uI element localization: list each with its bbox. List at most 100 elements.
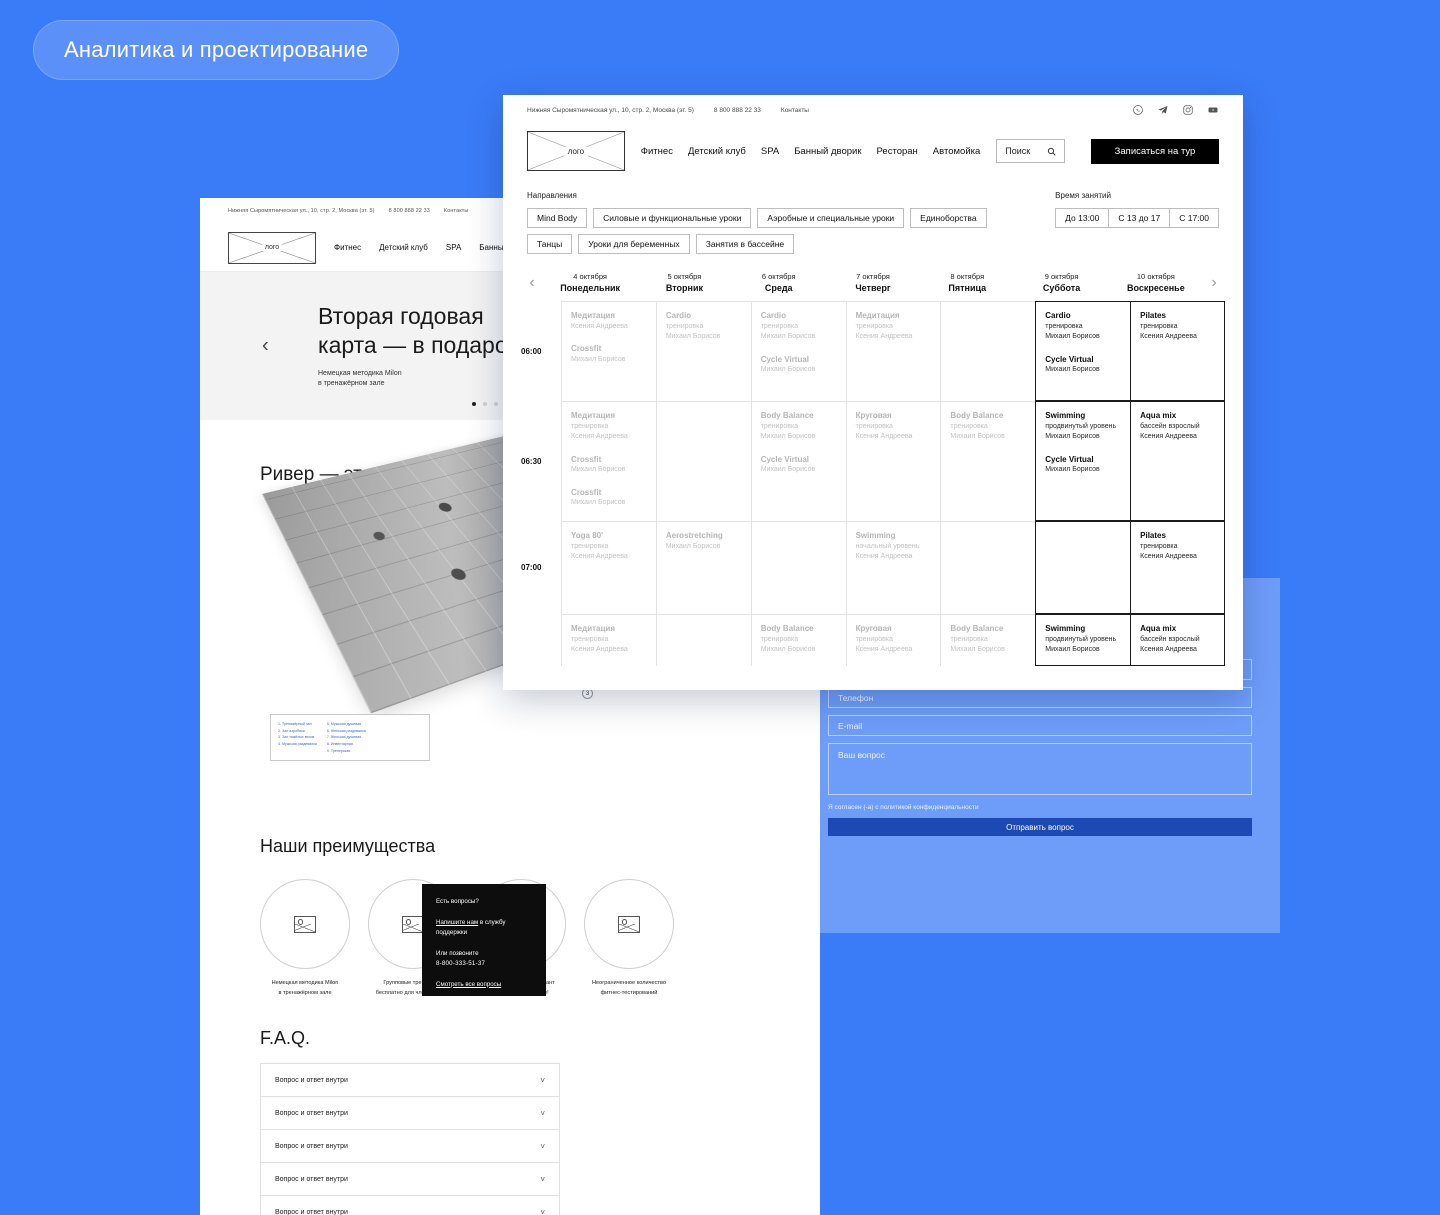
hero-prev-arrow-icon[interactable]: ‹ [262,335,269,358]
schedule-cell[interactable]: Cardio тренировка Михаил Борисов [655,301,751,401]
faq-item[interactable]: Вопрос и ответ внутри ˅ [261,1196,559,1215]
schedule-cell[interactable]: Aqua mix бассейн взрослый Ксения Андреева [1130,401,1225,521]
site-nav-kids[interactable]: Детский клуб [379,243,428,252]
chevron-right-icon[interactable]: › [1203,274,1225,292]
schedule-cell[interactable]: Круговая тренировка Ксения Андреева [845,614,941,666]
schedule-event[interactable]: Pilates тренировка Ксения Андреева [1140,310,1215,343]
schedule-cell[interactable] [1035,521,1131,614]
hero-dot-2[interactable] [483,402,487,406]
chip-mind-body[interactable]: Mind Body [527,208,588,228]
schedule-cell[interactable]: Yoga 80' тренировка Ксения Андреева [561,521,656,614]
schedule-event[interactable]: Cycle Virtual Михаил Борисов [1045,454,1121,476]
schedule-event[interactable]: Swimming продвинутый уровень Михаил Борисо… [1045,410,1121,443]
schedule-cell[interactable]: Медитация тренировка Ксения Андреева [845,301,941,401]
schedule-event[interactable]: Crossfit Михаил Борисов [571,487,647,509]
schedule-event[interactable]: Медитация Ксения Андреева [571,310,647,332]
schedule-event[interactable]: Cycle Virtual Михаил Борисов [761,354,837,376]
chip-before-13[interactable]: До 13:00 [1055,208,1109,228]
email-input[interactable]: E-mail [828,715,1252,736]
schedule-cell[interactable]: Aerostretching Михаил Борисов [655,521,751,614]
schedule-cell[interactable]: Body Balance тренировка Михаил Борисов [940,401,1036,521]
date-wednesday[interactable]: 6 октября Среда [732,272,826,293]
schedule-event[interactable]: Cardio тренировка Михаил Борисов [761,310,837,343]
date-tuesday[interactable]: 5 октября Вторник [637,272,731,293]
schedule-cell[interactable]: Body Balance тренировка Михаил Борисов Cycl… [750,401,846,521]
schedule-event[interactable]: Медитация тренировка Ксения Андреева [571,410,647,443]
support-all-questions-link[interactable]: Смотреть все вопросы [436,980,532,991]
nav-fitnes[interactable]: Фитнес [641,146,673,157]
schedule-event[interactable]: Yoga 80' тренировка Ксения Андреева [571,530,647,563]
schedule-cell[interactable]: Swimming продвинутый уровень Михаил Борисо… [1035,401,1131,521]
hero-dot-1[interactable] [472,402,476,406]
book-tour-button[interactable]: Записаться на тур [1091,138,1219,164]
schedule-cell[interactable]: Медитация Ксения Андреева Crossfit Михаил Б… [561,301,656,401]
faq-item[interactable]: Вопрос и ответ внутри ˅ [261,1097,559,1130]
question-textarea[interactable]: Ваш вопрос [828,743,1252,795]
schedule-event[interactable]: Cardio тренировка Михаил Борисов [1045,310,1121,343]
schedule-cell[interactable]: Pilates тренировка Ксения Андреева [1130,521,1225,614]
schedule-event[interactable]: Body Balance тренировка Михаил Борисов [761,623,837,656]
schedule-event[interactable]: Swimming продвинутый уровень Михаил Борисо… [1045,623,1121,656]
schedule-cell[interactable] [655,401,751,521]
nav-kids-club[interactable]: Детский клуб [688,146,746,157]
schedule-cell[interactable]: Медитация тренировка Ксения Андреева Crossf… [561,401,656,521]
privacy-agree-label[interactable]: Я согласен (-а) с политикой конфиденциал… [828,804,1252,811]
support-write-link[interactable]: Напишите нам [436,919,478,926]
schedule-event[interactable]: Aqua mix бассейн взрослый Ксения Андреева [1140,623,1215,656]
chip-pool[interactable]: Занятия в бассейне [695,234,795,254]
faq-item[interactable]: Вопрос и ответ внутри ˅ [261,1130,559,1163]
schedule-cell[interactable]: Swimming продвинутый уровень Михаил Борисо… [1035,614,1131,666]
chip-martial-arts[interactable]: Единоборства [910,208,987,228]
chip-aerobic[interactable]: Аэробные и специальные уроки [757,208,905,228]
schedule-cell[interactable]: Cardio тренировка Михаил Борисов Cycle Virt… [1035,301,1131,401]
schedule-event[interactable]: Медитация тренировка Ксения Андреева [856,310,932,343]
schedule-cell[interactable]: Медитация тренировка Ксения Андреева [561,614,656,666]
schedule-event[interactable]: Cardio тренировка Михаил Борисов [666,310,742,343]
chip-after-17[interactable]: С 17:00 [1169,208,1219,228]
schedule-cell[interactable]: Pilates тренировка Ксения Андреева [1130,301,1225,401]
chip-pregnancy[interactable]: Уроки для беременных [578,234,690,254]
schedule-event[interactable]: Body Balance тренировка Михаил Борисов [761,410,837,443]
chip-dance[interactable]: Танцы [527,234,573,254]
schedule-event[interactable]: Круговая тренировка Ксения Андреева [856,623,932,656]
schedule-cell[interactable] [940,301,1036,401]
site-nav-spa[interactable]: SPA [446,243,461,252]
schedule-event[interactable]: Crossfit Михаил Борисов [571,343,647,365]
schedule-cell[interactable]: Cardio тренировка Михаил Борисов Cycle Virt… [750,301,846,401]
schedule-cell[interactable] [655,614,751,666]
schedule-cell[interactable] [750,521,846,614]
schedule-cell[interactable]: Body Balance тренировка Михаил Борисов [750,614,846,666]
schedule-event[interactable]: Медитация тренировка Ксения Андреева [571,623,647,656]
submit-question-button[interactable]: Отправить вопрос [828,818,1252,836]
schedule-cell[interactable]: Body Balance тренировка Михаил Борисов [940,614,1036,666]
support-phone[interactable]: 8-800-333-51-37 [436,959,532,970]
chip-strength[interactable]: Силовые и функциональные уроки [593,208,752,228]
schedule-event[interactable]: Cycle Virtual Михаил Борисов [761,454,837,476]
schedule-event[interactable]: Swimming начальный уровень Ксения Андреева [856,530,932,563]
hero-dot-3[interactable] [494,402,498,406]
chip-13-to-17[interactable]: С 13 до 17 [1108,208,1170,228]
date-saturday[interactable]: 9 октября Суббота [1014,272,1108,293]
schedule-event[interactable]: Aqua mix бассейн взрослый Ксения Андреева [1140,410,1215,443]
schedule-event[interactable]: Pilates тренировка Ксения Андреева [1140,530,1215,563]
date-monday[interactable]: 4 октября Понедельник [543,272,637,293]
nav-spa[interactable]: SPA [761,146,779,157]
schedule-cell[interactable]: Swimming начальный уровень Ксения Андреева [845,521,941,614]
phone-input[interactable]: Телефон [828,687,1252,708]
schedule-event[interactable]: Aerostretching Михаил Борисов [666,530,742,552]
schedule-cell[interactable]: Круговая тренировка Ксения Андреева [845,401,941,521]
site-logo[interactable]: лого [228,231,316,264]
date-friday[interactable]: 8 октября Пятница [920,272,1014,293]
schedule-event[interactable]: Body Balance тренировка Михаил Борисов [950,623,1026,656]
site-contacts-link[interactable]: Контакты [444,208,469,214]
nav-avtomoyka[interactable]: Автомойка [933,146,980,157]
telegram-icon[interactable] [1157,104,1169,116]
faq-item[interactable]: Вопрос и ответ внутри ˅ [261,1064,559,1097]
date-sunday[interactable]: 10 октября Воскресенье [1109,272,1203,293]
chevron-left-icon[interactable]: ‹ [521,274,543,292]
schedule-event[interactable]: Body Balance тренировка Михаил Борисов [950,410,1026,443]
instagram-icon[interactable] [1182,104,1194,116]
search-input[interactable]: Поиск [996,139,1065,163]
schedule-contacts-link[interactable]: Контакты [781,107,809,114]
schedule-phone[interactable]: 8 800 888 22 33 [714,107,761,114]
